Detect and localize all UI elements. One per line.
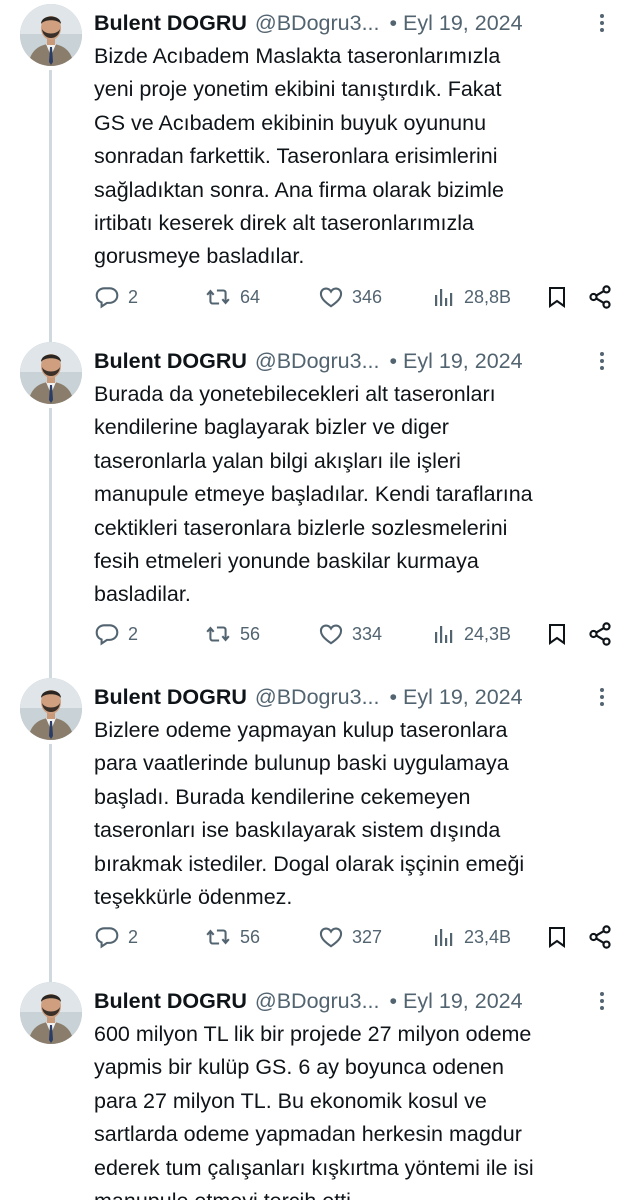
like-count: 334 <box>352 623 383 644</box>
separator-dot: • <box>389 989 398 1013</box>
reply-icon <box>95 927 119 949</box>
author-name[interactable]: Bulent DOGRU <box>94 347 247 375</box>
tweet[interactable]: Bulent DOGRU @BDogru3... • Eyl 19, 2024 … <box>0 674 634 982</box>
heart-icon <box>319 624 343 645</box>
view-count: 24,3B <box>464 623 512 644</box>
share-icon <box>589 925 611 949</box>
heart-icon <box>319 287 343 308</box>
more-icon[interactable] <box>592 987 612 1015</box>
thread-line <box>49 744 52 982</box>
bookmark-icon <box>549 287 565 308</box>
retweet-icon <box>206 626 230 642</box>
view-count: 28,8B <box>464 286 512 307</box>
author-name[interactable]: Bulent DOGRU <box>94 987 247 1015</box>
tweet-header: Bulent DOGRU @BDogru3... • Eyl 19, 2024 <box>94 679 612 715</box>
reply-count: 2 <box>128 926 139 947</box>
views-icon <box>435 626 453 643</box>
reply-count: 2 <box>128 623 139 644</box>
more-icon[interactable] <box>592 347 612 375</box>
bookmark-button[interactable] <box>545 620 569 648</box>
retweet-count: 56 <box>240 623 261 644</box>
retweet-icon <box>206 289 230 305</box>
reply-count: 2 <box>128 286 139 307</box>
views-button[interactable]: 28,8B <box>432 284 511 310</box>
retweet-count: 64 <box>240 286 261 307</box>
more-icon[interactable] <box>592 9 612 37</box>
tweet-text: Bizde Acıbadem Maslakta taseronlarımızla… <box>94 44 504 269</box>
action-bar: 2 64 346 28,8B <box>94 281 618 313</box>
views-icon <box>435 929 453 946</box>
reply-button[interactable]: 2 <box>94 924 138 950</box>
tweet-date[interactable]: Eyl 19, 2024 <box>403 683 523 711</box>
like-count: 346 <box>352 286 383 307</box>
views-icon <box>435 289 453 306</box>
reply-button[interactable]: 2 <box>94 621 138 647</box>
share-button[interactable] <box>587 621 613 647</box>
heart-icon <box>319 927 343 948</box>
avatar[interactable] <box>20 982 82 1044</box>
tweet[interactable]: Bulent DOGRU @BDogru3... • Eyl 19, 2024 … <box>0 0 634 338</box>
thread-line <box>49 70 52 338</box>
avatar[interactable] <box>20 342 82 404</box>
action-bar: 2 56 327 23,4B <box>94 921 618 953</box>
tweet-text: Burada da yonetebilecekleri alt taseronl… <box>94 382 533 607</box>
author-name[interactable]: Bulent DOGRU <box>94 9 247 37</box>
tweet-text: 600 milyon TL lik bir projede 27 milyon … <box>94 1022 534 1200</box>
share-button[interactable] <box>587 924 613 950</box>
views-button[interactable]: 23,4B <box>432 924 511 950</box>
like-count: 327 <box>352 926 383 947</box>
tweet-date[interactable]: Eyl 19, 2024 <box>403 347 523 375</box>
view-count: 23,4B <box>464 926 512 947</box>
tweet-header: Bulent DOGRU @BDogru3... • Eyl 19, 2024 <box>94 5 612 41</box>
tweet[interactable]: Bulent DOGRU @BDogru3... • Eyl 19, 2024 … <box>0 338 634 676</box>
tweet[interactable]: Bulent DOGRU @BDogru3... • Eyl 19, 2024 … <box>0 978 634 1200</box>
avatar[interactable] <box>20 678 82 740</box>
separator-dot: • <box>389 685 398 709</box>
more-icon[interactable] <box>592 683 612 711</box>
share-icon <box>589 285 611 309</box>
bookmark-button[interactable] <box>545 283 569 311</box>
tweet-header: Bulent DOGRU @BDogru3... • Eyl 19, 2024 <box>94 343 612 379</box>
views-button[interactable]: 24,3B <box>432 621 511 647</box>
tweet-text: Bizlere odeme yapmayan kulup taseronlara… <box>94 718 525 910</box>
reply-button[interactable]: 2 <box>94 284 138 310</box>
reply-icon <box>95 624 119 646</box>
tweet-date[interactable]: Eyl 19, 2024 <box>403 987 523 1015</box>
author-handle[interactable]: @BDogru3... <box>255 987 380 1015</box>
like-button[interactable]: 334 <box>318 621 382 647</box>
bookmark-icon <box>549 624 565 645</box>
retweet-button[interactable]: 56 <box>204 924 260 950</box>
retweet-button[interactable]: 64 <box>204 284 260 310</box>
author-handle[interactable]: @BDogru3... <box>255 347 380 375</box>
reply-icon <box>95 287 119 309</box>
author-handle[interactable]: @BDogru3... <box>255 683 380 711</box>
share-icon <box>589 622 611 646</box>
tweet-header: Bulent DOGRU @BDogru3... • Eyl 19, 2024 <box>94 983 612 1019</box>
author-handle[interactable]: @BDogru3... <box>255 9 380 37</box>
separator-dot: • <box>389 349 398 373</box>
like-button[interactable]: 346 <box>318 284 382 310</box>
bookmark-button[interactable] <box>545 923 569 951</box>
author-name[interactable]: Bulent DOGRU <box>94 683 247 711</box>
retweet-icon <box>206 929 230 945</box>
retweet-count: 56 <box>240 926 261 947</box>
thread-line <box>49 408 52 676</box>
separator-dot: • <box>389 11 398 35</box>
action-bar: 2 56 334 24,3B <box>94 618 618 650</box>
share-button[interactable] <box>587 284 613 310</box>
bookmark-icon <box>549 927 565 948</box>
avatar[interactable] <box>20 4 82 66</box>
retweet-button[interactable]: 56 <box>204 621 260 647</box>
tweet-date[interactable]: Eyl 19, 2024 <box>403 9 523 37</box>
like-button[interactable]: 327 <box>318 924 382 950</box>
